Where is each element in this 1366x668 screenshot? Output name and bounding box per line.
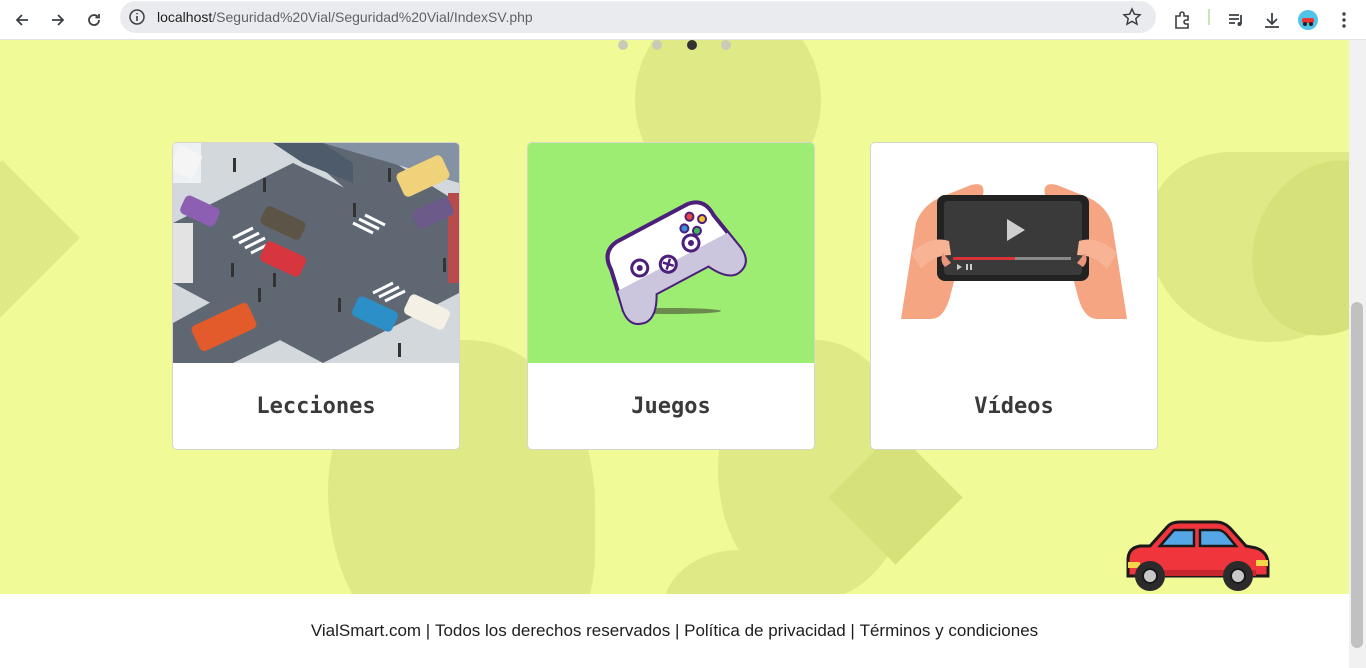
- url-host: localhost: [157, 9, 213, 25]
- carousel-dot-2[interactable]: [652, 40, 662, 50]
- toolbar-divider: [1208, 9, 1210, 25]
- browser-toolbar: localhost/Seguridad%20Vial/Seguridad%20V…: [0, 0, 1366, 40]
- footer-site[interactable]: VialSmart.com: [311, 621, 421, 641]
- url-path: /Seguridad%20Vial/Seguridad%20Vial/Index…: [212, 9, 533, 25]
- gamepad-illustration: [528, 143, 814, 363]
- media-icon[interactable]: [1221, 5, 1251, 35]
- back-arrow-icon[interactable]: [7, 5, 37, 35]
- card-videos[interactable]: Vídeos: [870, 142, 1158, 450]
- address-bar[interactable]: localhost/Seguridad%20Vial/Seguridad%20V…: [120, 1, 1156, 33]
- footer-rights: Todos los derechos reservados: [434, 621, 671, 640]
- footer: VialSmart.com | Todos los derechos reser…: [0, 594, 1349, 668]
- footer-separator: |: [845, 621, 860, 640]
- footer-privacy-link[interactable]: Política de privacidad: [684, 621, 846, 641]
- star-icon[interactable]: [1122, 7, 1142, 27]
- footer-separator: |: [670, 621, 685, 640]
- card-title[interactable]: Lecciones: [173, 363, 459, 449]
- reload-icon[interactable]: [79, 5, 109, 35]
- url-text[interactable]: localhost/Seguridad%20Vial/Seguridad%20V…: [157, 9, 533, 25]
- carousel-dot-4[interactable]: [721, 40, 731, 50]
- page-content: Lecciones Juegos Vídeos VialSmart.com | …: [0, 40, 1349, 668]
- car-icon: [1126, 520, 1270, 591]
- extensions-icon[interactable]: [1167, 5, 1197, 35]
- city-intersection-illustration: [173, 143, 459, 363]
- download-icon[interactable]: [1257, 5, 1287, 35]
- footer-separator: |: [421, 621, 435, 640]
- bg-blob: [0, 160, 80, 330]
- card-title[interactable]: Vídeos: [871, 363, 1157, 449]
- profile-avatar[interactable]: [1293, 5, 1323, 35]
- footer-terms-link[interactable]: Términos y condiciones: [860, 621, 1039, 641]
- card-lecciones[interactable]: Lecciones: [172, 142, 460, 450]
- carousel-dot-1[interactable]: [618, 40, 628, 50]
- more-menu-icon[interactable]: [1329, 5, 1359, 35]
- scrollbar-thumb[interactable]: [1351, 302, 1363, 648]
- info-icon[interactable]: [128, 8, 146, 26]
- forward-arrow-icon[interactable]: [43, 5, 73, 35]
- card-juegos[interactable]: Juegos: [527, 142, 815, 450]
- phone-video-illustration: [871, 143, 1157, 363]
- card-title[interactable]: Juegos: [528, 363, 814, 449]
- carousel-dot-3[interactable]: [687, 40, 697, 50]
